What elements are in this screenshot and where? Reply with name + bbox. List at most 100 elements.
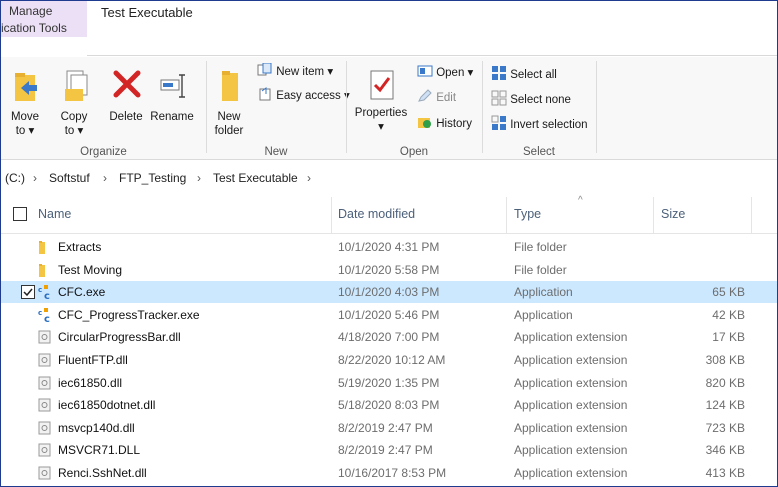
new-folder-button[interactable]: New folder xyxy=(211,67,247,139)
title-bar: Manage ication Tools Test Executable xyxy=(1,1,777,37)
breadcrumb-separator-icon[interactable]: › xyxy=(33,171,37,185)
table-row[interactable]: c c CFC.exe 10/1/2020 4:03 PM Application 65 … xyxy=(1,281,777,304)
table-row[interactable]: FluentFTP.dll 8/22/2020 10:12 AM Applicati… xyxy=(1,349,777,371)
breadcrumb-drive[interactable]: (C:) xyxy=(5,171,25,185)
breadcrumb-item[interactable]: FTP_Testing xyxy=(119,171,186,185)
table-row[interactable]: Renci.SshNet.dll 10/16/2017 8:53 PM Applic… xyxy=(1,462,777,484)
context-tab-label: Manage xyxy=(9,4,53,18)
breadcrumb-separator-icon[interactable]: › xyxy=(103,171,107,185)
date-modified: 10/1/2020 4:31 PM xyxy=(338,240,440,254)
move-to-icon xyxy=(15,73,37,101)
table-row[interactable]: iec61850dotnet.dll 5/18/2020 8:03 PM Appli… xyxy=(1,394,777,416)
copy-to-button[interactable]: Copy to ▾ xyxy=(57,67,91,139)
file-name: CircularProgressBar.dll xyxy=(58,330,181,345)
edit-label: Edit xyxy=(436,92,457,104)
history-button[interactable]: History xyxy=(417,115,472,130)
file-size: 308 KB xyxy=(705,353,745,367)
column-header-name[interactable]: Name xyxy=(38,207,71,221)
easy-access-button[interactable]: Easy access ▾ xyxy=(257,87,350,102)
manage-context-tab[interactable]: Manage ication Tools xyxy=(1,1,87,37)
breadcrumb-item[interactable]: Test Executable xyxy=(213,171,298,185)
table-row[interactable]: iec61850.dll 5/19/2020 1:35 PM Application… xyxy=(1,372,777,394)
file-size: 124 KB xyxy=(705,398,745,413)
history-label: History xyxy=(436,118,472,130)
dll-icon xyxy=(38,443,52,457)
open-button[interactable]: Open ▾ xyxy=(417,65,473,79)
move-to-label: to xyxy=(15,125,26,137)
properties-icon xyxy=(370,70,394,100)
column-header-date[interactable]: Date modified xyxy=(338,207,415,221)
move-to-button[interactable]: Move to ▾ xyxy=(9,67,41,139)
rename-label: Rename xyxy=(150,111,194,123)
copy-to-icon xyxy=(65,70,88,101)
delete-button[interactable]: Delete xyxy=(107,67,145,127)
new-item-button[interactable]: New item ▾ xyxy=(257,62,333,78)
dll-icon xyxy=(38,398,52,412)
svg-text:c: c xyxy=(44,314,50,322)
properties-button[interactable]: Properties ▾ xyxy=(353,67,409,139)
open-group-label: Open xyxy=(399,146,429,158)
rename-icon xyxy=(160,74,185,98)
properties-dropdown-icon[interactable]: ▾ xyxy=(353,121,409,134)
file-size: 346 KB xyxy=(705,443,745,458)
context-tab-sublabel: ication Tools xyxy=(1,21,67,35)
explorer-window: Manage ication Tools Test Executable Mov… xyxy=(0,0,778,487)
select-all-checkbox[interactable] xyxy=(13,207,27,221)
file-size: 820 KB xyxy=(705,375,745,390)
svg-text:c: c xyxy=(38,286,42,294)
svg-text:c: c xyxy=(38,309,42,317)
file-type: File folder xyxy=(514,240,567,254)
table-row[interactable]: CircularProgressBar.dll 4/18/2020 7:00 PM… xyxy=(1,326,777,348)
new-folder-icon xyxy=(222,71,238,101)
date-modified: 8/2/2019 2:47 PM xyxy=(338,443,433,458)
history-icon xyxy=(418,118,431,128)
breadcrumb-item[interactable]: Softstuf xyxy=(49,171,90,185)
file-type: Application extension xyxy=(514,466,628,480)
column-header-type[interactable]: Type xyxy=(514,207,541,221)
rename-button[interactable]: Rename xyxy=(148,67,196,127)
table-row[interactable]: c c CFC_ProgressTracker.exe 10/1/2020 5:46 … xyxy=(1,304,777,326)
new-folder-label-2: folder xyxy=(214,125,244,137)
invert-selection-icon xyxy=(491,115,506,130)
app-icon: cc xyxy=(38,307,52,325)
table-row[interactable]: MSVCR71.DLL 8/2/2019 2:47 PM Application e… xyxy=(1,439,777,461)
row-checkbox[interactable] xyxy=(21,285,35,300)
breadcrumb-separator-icon[interactable]: › xyxy=(197,171,201,185)
breadcrumb: (C:) › Softstuf › FTP_Testing › Test Exe… xyxy=(1,168,777,190)
file-name: msvcp140d.dll xyxy=(58,420,135,435)
sort-ascending-icon: ^ xyxy=(578,195,583,206)
dll-icon xyxy=(38,466,52,480)
select-none-button[interactable]: Select none xyxy=(491,90,571,106)
file-name: CFC_ProgressTracker.exe xyxy=(58,307,200,322)
file-size: 17 KB xyxy=(712,330,745,345)
new-item-label: New item xyxy=(276,66,325,78)
new-folder-label-1: New xyxy=(217,111,241,123)
app-icon: cc xyxy=(38,285,52,302)
easy-access-label: Easy access xyxy=(276,90,341,102)
file-size: 413 KB xyxy=(705,466,745,480)
file-type: Application extension xyxy=(514,443,628,458)
file-name: MSVCR71.DLL xyxy=(58,443,141,458)
breadcrumb-separator-icon[interactable]: › xyxy=(307,171,311,185)
table-row[interactable]: Extracts 10/1/2020 4:31 PM File folder xyxy=(1,236,777,258)
file-type: Application xyxy=(514,307,573,322)
table-row[interactable]: msvcp140d.dll 8/2/2019 2:47 PM Application… xyxy=(1,417,777,439)
file-name: Renci.SshNet.dll xyxy=(58,466,147,480)
dll-icon xyxy=(38,330,52,344)
edit-button[interactable]: Edit xyxy=(417,89,456,104)
select-all-icon xyxy=(492,66,506,80)
table-row[interactable]: Test Moving 10/1/2020 5:58 PM File folder xyxy=(1,259,777,281)
date-modified: 4/18/2020 7:00 PM xyxy=(338,330,440,345)
file-type: Application extension xyxy=(514,375,628,390)
file-name: iec61850dotnet.dll xyxy=(58,398,156,413)
dll-icon xyxy=(38,421,52,435)
column-header-size[interactable]: Size xyxy=(661,207,685,221)
select-all-button[interactable]: Select all xyxy=(491,65,557,81)
date-modified: 5/18/2020 8:03 PM xyxy=(338,398,440,413)
file-size: 65 KB xyxy=(712,285,745,300)
select-none-label: Select none xyxy=(510,94,571,106)
invert-selection-label: Invert selection xyxy=(510,119,588,131)
organize-group-label: Organize xyxy=(80,146,127,158)
invert-selection-button[interactable]: Invert selection xyxy=(491,115,588,131)
date-modified: 10/1/2020 5:58 PM xyxy=(338,262,440,277)
